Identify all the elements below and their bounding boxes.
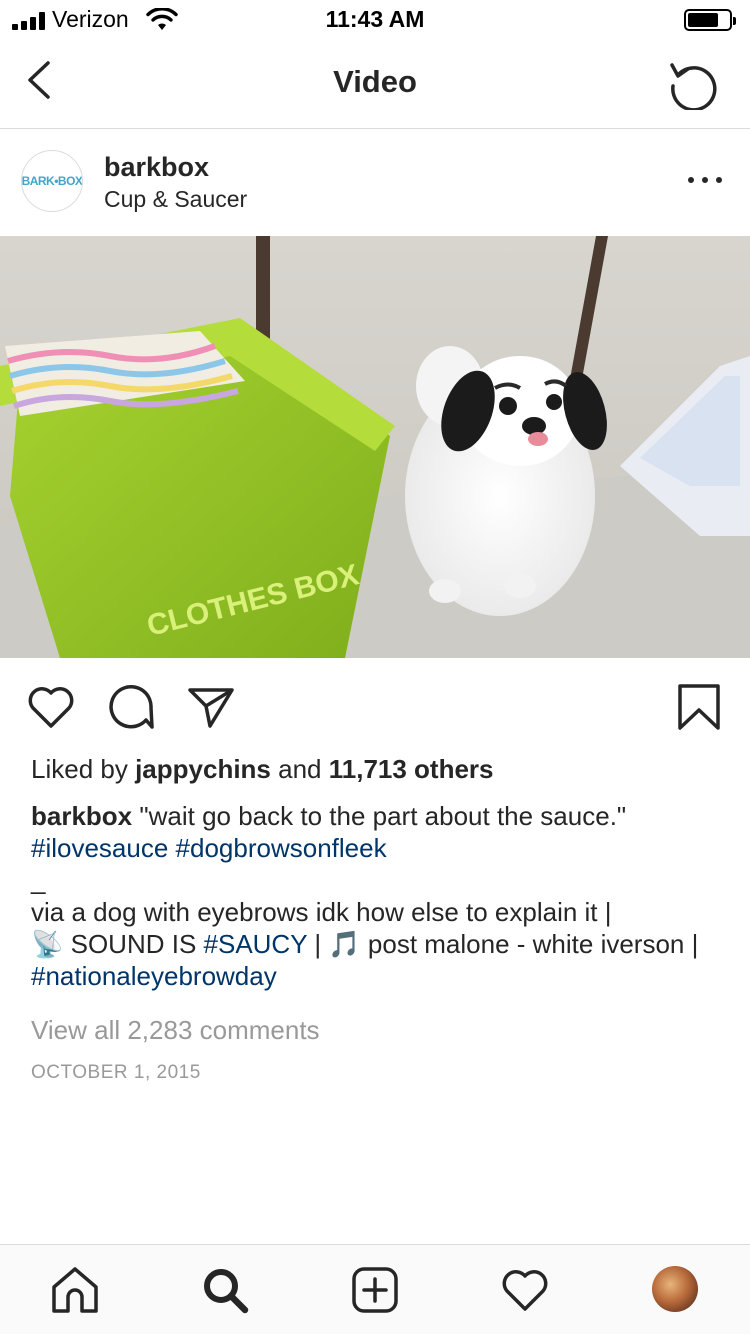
view-comments-link[interactable]: View all 2,283 comments — [31, 1015, 320, 1046]
comment-button[interactable] — [106, 682, 156, 732]
post-date: OCTOBER 1, 2015 — [31, 1062, 201, 1083]
bottom-tab-bar — [0, 1244, 750, 1334]
bookmark-icon — [678, 684, 720, 730]
status-bar: Verizon 11:43 AM — [0, 0, 750, 40]
video-frame-illustration: CLOTHES BOX — [0, 236, 750, 658]
post-username[interactable]: barkbox — [104, 152, 209, 183]
save-button[interactable] — [674, 682, 724, 732]
nav-header: Video — [0, 40, 750, 129]
refresh-icon — [670, 63, 717, 110]
post-actions — [0, 660, 750, 750]
music-note-icon: 🎵 — [328, 929, 361, 959]
satellite-icon: 📡 — [31, 929, 64, 959]
hashtag-link[interactable]: #ilovesauce — [31, 833, 168, 863]
tab-home[interactable] — [50, 1265, 100, 1315]
hashtag-link[interactable]: #SAUCY — [204, 929, 308, 959]
likes-summary: Liked by jappychins and 11,713 others — [31, 754, 494, 785]
hashtag-link[interactable]: #dogbrowsonfleek — [176, 833, 387, 863]
page-title: Video — [333, 64, 417, 99]
tab-activity[interactable] — [500, 1265, 550, 1315]
tab-search[interactable] — [200, 1265, 250, 1315]
home-icon — [52, 1267, 98, 1313]
chevron-left-icon — [28, 61, 50, 99]
add-post-icon — [352, 1267, 398, 1313]
caption-username[interactable]: barkbox — [31, 801, 132, 831]
status-time: 11:43 AM — [325, 6, 425, 32]
caption-text: "wait go back to the part about the sauc… — [132, 801, 627, 831]
like-button[interactable] — [26, 682, 76, 732]
author-avatar[interactable]: BARK•BOX — [21, 150, 83, 212]
more-dot — [702, 177, 708, 183]
post-video[interactable]: CLOTHES BOX — [0, 236, 750, 658]
caption-separator: _ — [31, 865, 46, 895]
more-options-button[interactable] — [688, 174, 722, 186]
caption-sound-text: SOUND IS — [63, 929, 204, 959]
liked-by-user-link[interactable]: jappychins — [135, 754, 271, 784]
post-caption: barkbox "wait go back to the part about … — [31, 800, 721, 992]
likes-prefix: Liked by — [31, 754, 136, 784]
heart-icon — [28, 687, 74, 728]
likes-count-link[interactable]: 11,713 others — [329, 754, 494, 784]
caption-music-text: post malone - white iverson | — [360, 929, 699, 959]
caption-line: via a dog with eyebrows idk how else to … — [31, 897, 612, 927]
refresh-button[interactable] — [668, 58, 720, 110]
heart-icon — [502, 1270, 548, 1311]
share-button[interactable] — [186, 682, 236, 732]
likes-middle: and — [270, 754, 329, 784]
avatar-logo-text: BARK•BOX — [21, 174, 83, 188]
tab-profile-avatar[interactable] — [652, 1266, 698, 1312]
battery-level — [688, 13, 719, 27]
post-location[interactable]: Cup & Saucer — [104, 186, 247, 213]
hashtag-link[interactable]: #nationaleyebrowday — [31, 961, 277, 991]
back-button[interactable] — [20, 58, 64, 102]
caption-pipe: | — [307, 929, 329, 959]
more-dot — [688, 177, 694, 183]
send-icon — [188, 688, 234, 728]
more-dot — [716, 177, 722, 183]
battery-icon — [684, 9, 736, 31]
search-icon — [204, 1269, 249, 1314]
tab-new-post[interactable] — [350, 1265, 400, 1315]
post-header: BARK•BOX barkbox Cup & Saucer — [0, 130, 750, 236]
comment-icon — [109, 684, 154, 729]
